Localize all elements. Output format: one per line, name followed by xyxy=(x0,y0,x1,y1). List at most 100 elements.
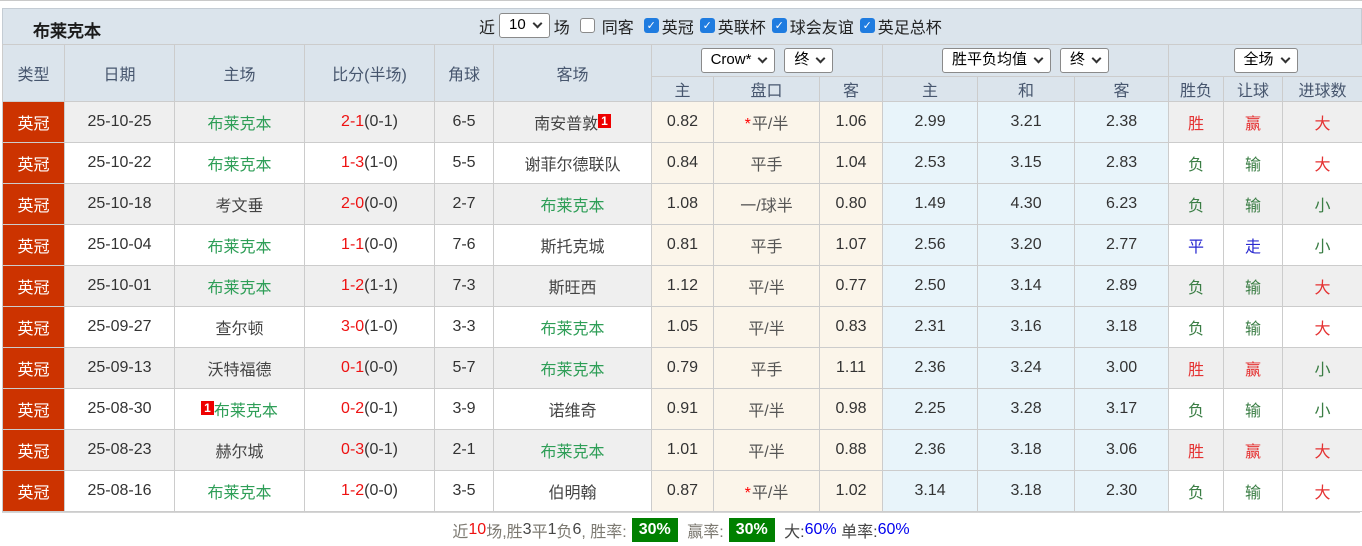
fulltime-score: 0-2 xyxy=(341,400,365,417)
away-team-name[interactable]: 诺维奇 xyxy=(548,403,596,420)
match-date: 25-08-30 xyxy=(64,388,175,430)
handicap-line: 平/半 xyxy=(748,280,785,297)
league-filter-checkbox[interactable]: ✓ xyxy=(699,18,715,33)
match-row: 英冠 25-10-04 布莱克本 1-1(0-0) 7-6 斯托克城 0.81 … xyxy=(2,224,1362,266)
league-filter-checkbox[interactable]: ✓ xyxy=(643,18,659,33)
col-header-type: 类型 xyxy=(2,44,65,102)
away-odds-cell: 1.07 xyxy=(818,224,884,266)
panel-header-bar: 布莱克本 近 10 场 同客 ✓ 英冠 ✓ 英联杯 ✓ 球会友谊 ✓ 英足总杯 xyxy=(2,8,1362,44)
chevron-down-icon xyxy=(532,18,543,29)
handicap-line: 平手 xyxy=(750,157,783,174)
league-filter-group: ✓ 英冠 ✓ 英联杯 ✓ 球会友谊 ✓ 英足总杯 xyxy=(638,14,942,38)
match-row: 英冠 25-08-23 赫尔城 0-3(0-1) 2-1 布莱克本 1.01 平… xyxy=(2,429,1362,471)
away-team-name[interactable]: 南安普敦 xyxy=(534,116,598,133)
score-cell: 1-2(0-0) xyxy=(304,470,435,512)
sub-header-handicap: 盘口 xyxy=(713,76,820,102)
fulltime-score: 1-2 xyxy=(341,482,365,499)
result-spread: 输 xyxy=(1223,142,1284,184)
avg-home-odds-cell: 2.31 xyxy=(882,306,979,348)
fulltime-score: 2-1 xyxy=(341,113,365,130)
halftime-score: (1-0) xyxy=(364,318,398,335)
avg-draw-odds-cell: 3.15 xyxy=(977,142,1076,184)
home-team-name[interactable]: 赫尔城 xyxy=(215,444,263,461)
halftime-score: (0-0) xyxy=(364,482,398,499)
away-team-name[interactable]: 布莱克本 xyxy=(540,321,604,338)
home-team-name[interactable]: 布莱克本 xyxy=(207,485,271,502)
match-row: 英冠 25-10-01 布莱克本 1-2(1-1) 7-3 斯旺西 1.12 平… xyxy=(2,265,1362,307)
halftime-score: (0-0) xyxy=(364,195,398,212)
score-cell: 3-0(1-0) xyxy=(304,306,435,348)
result-wdl: 负 xyxy=(1168,183,1225,225)
away-team-name[interactable]: 布莱克本 xyxy=(540,444,604,461)
col-header-corner: 角球 xyxy=(434,44,494,102)
home-team-cell: 布莱克本 xyxy=(174,224,305,266)
corners-cell: 3-9 xyxy=(434,388,494,430)
fulltime-score: 1-3 xyxy=(341,154,365,171)
sub-header-avg-home: 主 xyxy=(882,76,979,102)
summary-part: 60% xyxy=(877,520,910,538)
home-team-name[interactable]: 查尔顿 xyxy=(215,321,263,338)
match-row: 英冠 25-08-16 布莱克本 1-2(0-0) 3-5 伯明翰 0.87 *… xyxy=(2,470,1362,512)
away-odds-cell: 1.11 xyxy=(818,347,884,389)
match-history-table: 类型 日期 主场 比分(半场) 角球 客场 Crow* 终 胜平负均值 终 全场… xyxy=(2,44,1362,512)
match-date: 25-10-18 xyxy=(64,183,175,225)
away-team-name[interactable]: 斯托克城 xyxy=(540,239,604,256)
home-team-name[interactable]: 考文垂 xyxy=(215,198,263,215)
match-date: 25-10-04 xyxy=(64,224,175,266)
result-spread: 赢 xyxy=(1223,347,1284,389)
avg-draw-odds-cell: 4.30 xyxy=(977,183,1076,225)
home-odds-cell: 0.81 xyxy=(651,224,714,266)
bookmaker-time-select[interactable]: 终 xyxy=(784,48,834,73)
home-team-name[interactable]: 沃特福德 xyxy=(207,362,271,379)
result-spread: 走 xyxy=(1223,224,1284,266)
scope-select[interactable]: 全场 xyxy=(1233,48,1298,73)
home-team-name[interactable]: 布莱克本 xyxy=(207,116,271,133)
bookmaker-select[interactable]: Crow* xyxy=(700,48,776,73)
league-filter-checkbox[interactable]: ✓ xyxy=(859,18,875,33)
league-filter-label: 英冠 xyxy=(661,19,694,37)
handicap-line: 平/半 xyxy=(751,116,789,133)
halftime-score: (1-0) xyxy=(364,154,398,171)
avg-time-select[interactable]: 终 xyxy=(1060,48,1110,73)
avg-away-odds-cell: 6.23 xyxy=(1074,183,1170,225)
away-team-name[interactable]: 斯旺西 xyxy=(548,280,596,297)
result-spread: 输 xyxy=(1223,265,1284,307)
halftime-score: (0-1) xyxy=(364,400,398,417)
home-team-name[interactable]: 布莱克本 xyxy=(207,280,271,297)
match-row: 英冠 25-10-18 考文垂 2-0(0-0) 2-7 布莱克本 1.08 一… xyxy=(2,183,1362,225)
avg-draw-odds-cell: 3.24 xyxy=(977,347,1076,389)
avg-away-odds-cell: 2.77 xyxy=(1074,224,1170,266)
result-goals: 大 xyxy=(1282,142,1362,184)
home-red-badge: 1 xyxy=(201,401,214,415)
handicap-line: 平手 xyxy=(750,239,783,256)
avg-home-odds-cell: 2.36 xyxy=(882,347,979,389)
away-odds-cell: 0.83 xyxy=(818,306,884,348)
away-team-name[interactable]: 伯明翰 xyxy=(548,485,596,502)
home-odds-cell: 1.05 xyxy=(651,306,714,348)
result-spread: 输 xyxy=(1223,388,1284,430)
avg-odds-select[interactable]: 胜平负均值 xyxy=(942,48,1052,73)
away-team-name[interactable]: 布莱克本 xyxy=(540,362,604,379)
match-count-select[interactable]: 10 xyxy=(499,13,550,38)
away-team-name[interactable]: 谢菲尔德联队 xyxy=(524,157,620,174)
col-header-away: 客场 xyxy=(493,44,652,102)
result-spread: 输 xyxy=(1223,183,1284,225)
result-wdl: 胜 xyxy=(1168,347,1225,389)
handicap-cell: *平/半 xyxy=(713,101,820,143)
home-team-name[interactable]: 布莱克本 xyxy=(214,403,278,420)
home-odds-cell: 0.79 xyxy=(651,347,714,389)
fulltime-score: 3-0 xyxy=(341,318,365,335)
away-team-name[interactable]: 布莱克本 xyxy=(540,198,604,215)
home-team-name[interactable]: 布莱克本 xyxy=(207,239,271,256)
same-opponent-checkbox[interactable] xyxy=(579,18,595,33)
same-opponent-label: 同客 xyxy=(601,19,634,37)
fulltime-score: 1-2 xyxy=(341,277,365,294)
home-team-name[interactable]: 布莱克本 xyxy=(207,157,271,174)
home-odds-cell: 0.91 xyxy=(651,388,714,430)
away-team-cell: 诺维奇 xyxy=(493,388,652,430)
league-filter-checkbox[interactable]: ✓ xyxy=(771,18,787,33)
score-cell: 2-1(0-1) xyxy=(304,101,435,143)
handicap-cell: 平手 xyxy=(713,142,820,184)
avg-home-odds-cell: 1.49 xyxy=(882,183,979,225)
result-wdl: 胜 xyxy=(1168,101,1225,143)
